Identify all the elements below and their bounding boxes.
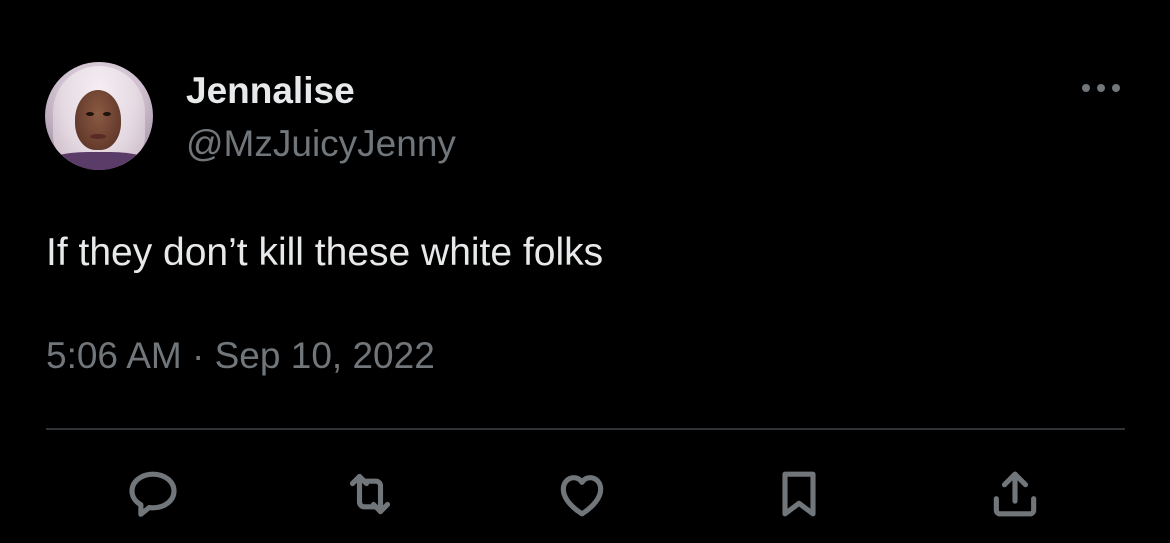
more-dot — [1082, 84, 1090, 92]
reply-button[interactable] — [121, 462, 185, 526]
like-button[interactable] — [550, 462, 614, 526]
avatar[interactable] — [45, 62, 153, 170]
divider — [46, 428, 1125, 430]
avatar-face — [75, 90, 121, 150]
more-dot — [1112, 84, 1120, 92]
share-button[interactable] — [983, 462, 1047, 526]
retweet-icon — [349, 473, 391, 515]
like-icon — [560, 475, 604, 517]
author-display-name[interactable]: Jennalise — [186, 70, 355, 112]
tweet-detail: Jennalise @MzJuicyJenny If they don’t ki… — [0, 0, 1170, 543]
tweet-timestamp[interactable]: 5:06 AM · Sep 10, 2022 — [46, 335, 435, 377]
avatar-shoulder — [45, 152, 153, 170]
author-handle[interactable]: @MzJuicyJenny — [186, 123, 456, 165]
more-dot — [1097, 84, 1105, 92]
avatar-lips — [90, 134, 106, 139]
bookmark-button[interactable] — [767, 462, 831, 526]
share-icon — [993, 471, 1037, 517]
retweet-button[interactable] — [338, 462, 402, 526]
tweet-text: If they don’t kill these white folks — [46, 231, 604, 274]
bookmark-icon — [782, 471, 816, 517]
avatar-eye — [86, 112, 94, 116]
reply-icon — [129, 471, 177, 517]
avatar-eye — [103, 112, 111, 116]
more-options-icon[interactable] — [1076, 72, 1126, 102]
